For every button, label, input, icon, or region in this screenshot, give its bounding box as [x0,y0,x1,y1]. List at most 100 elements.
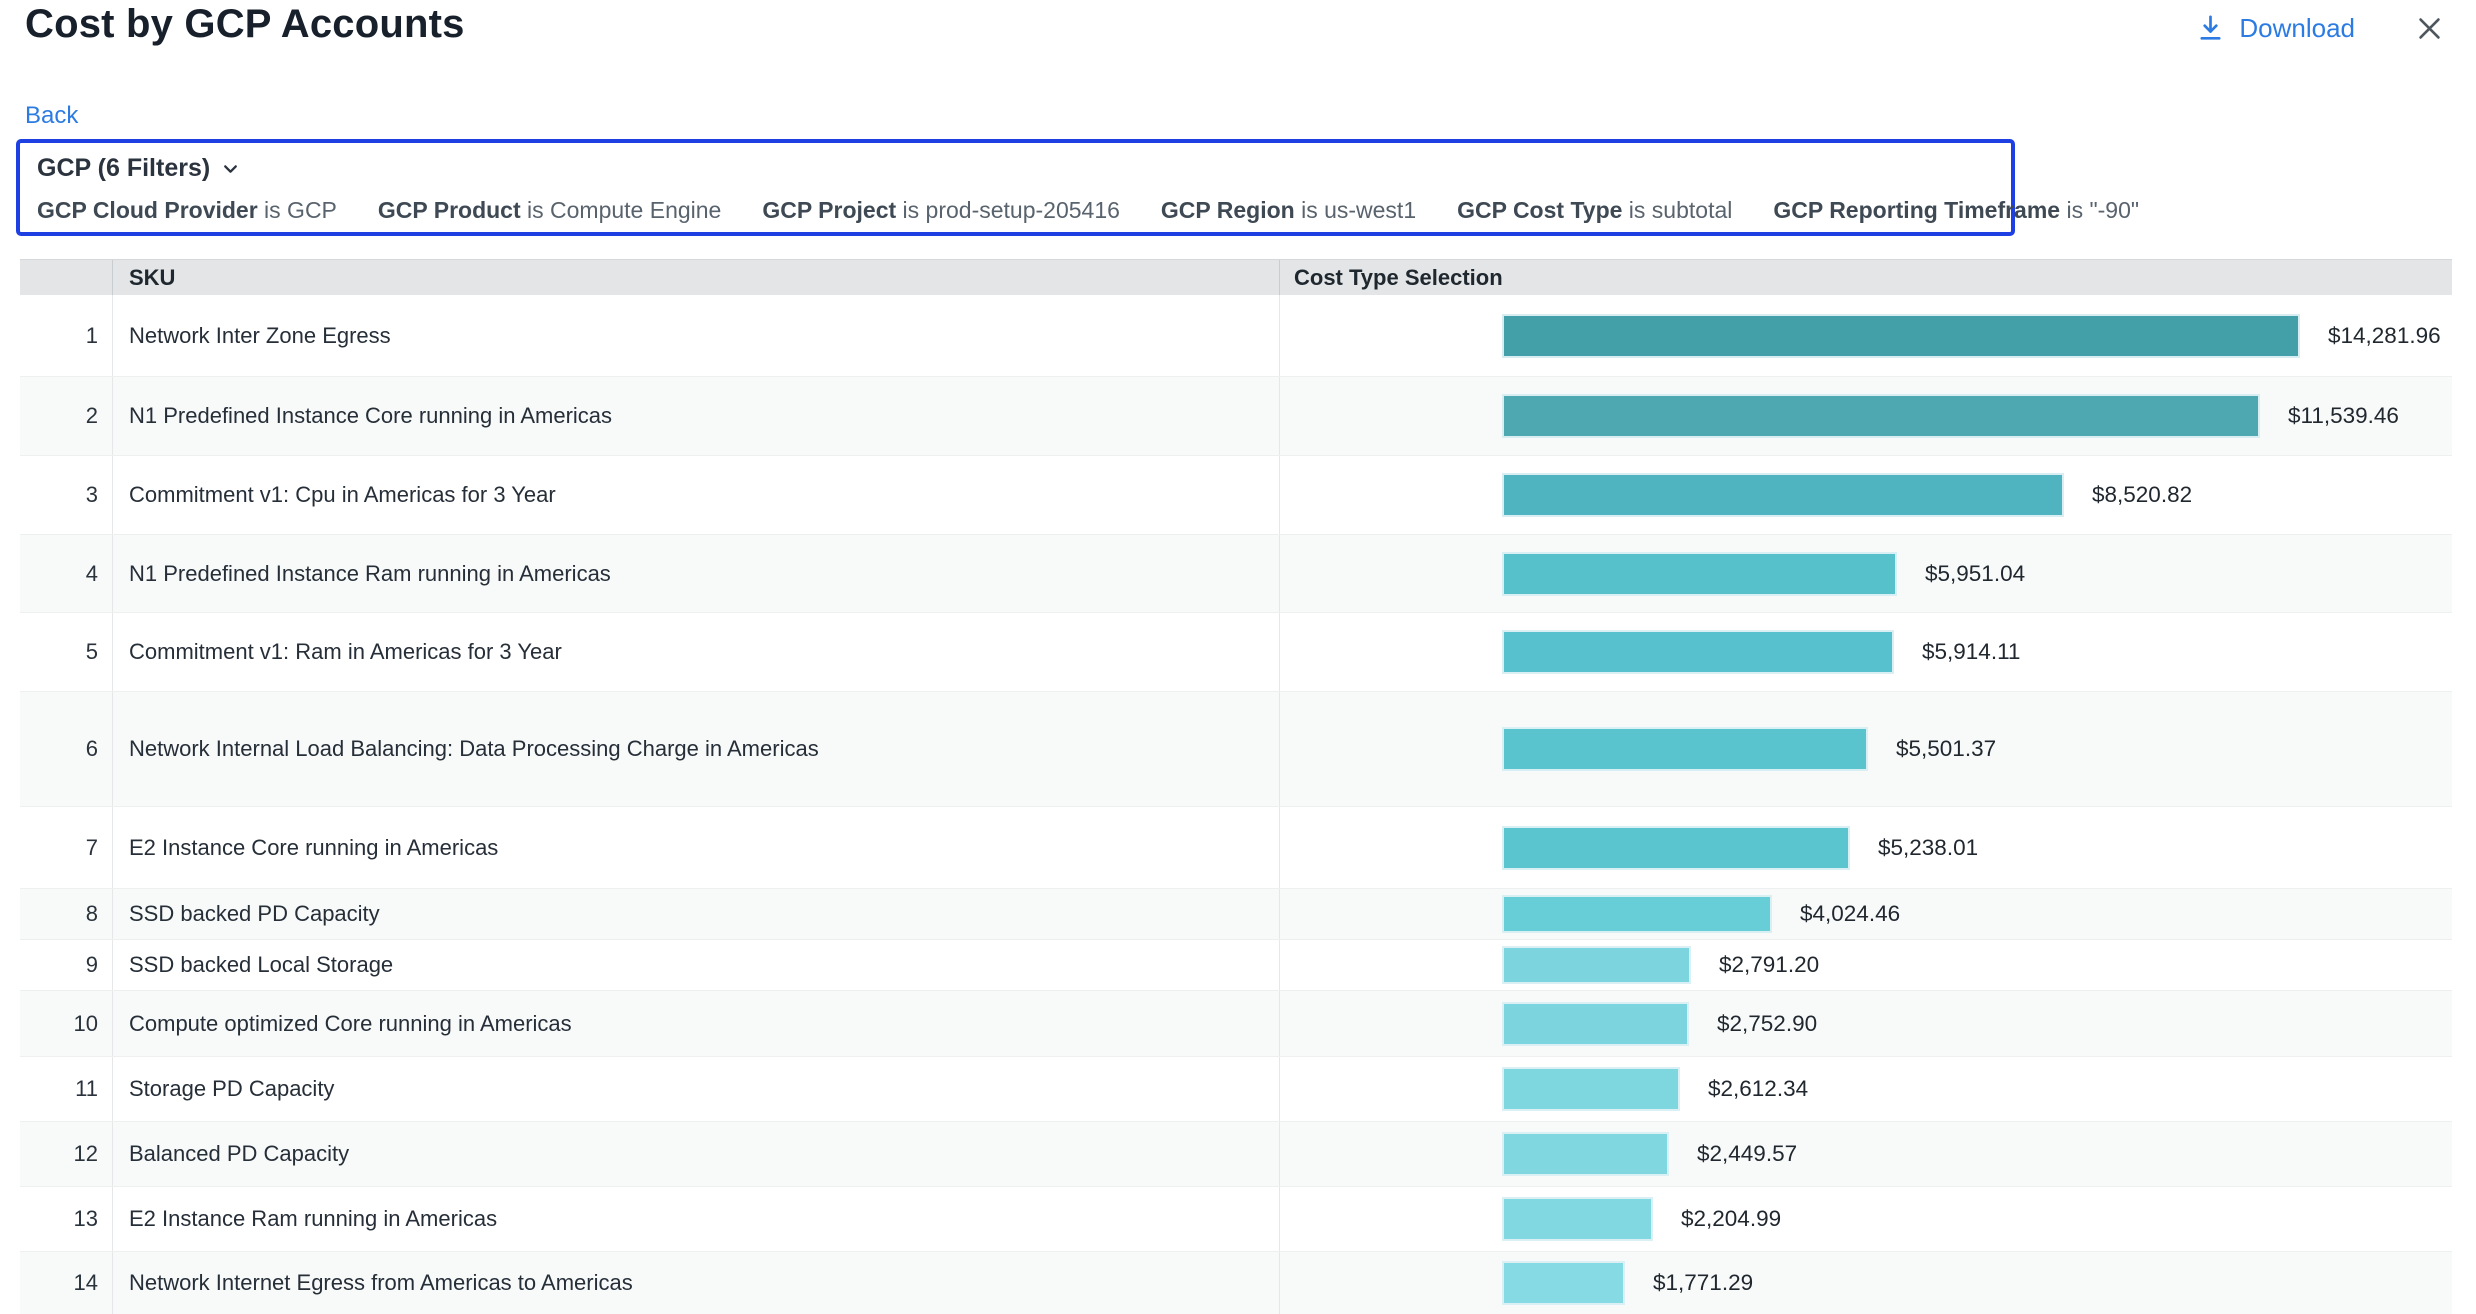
row-rank: 14 [20,1252,112,1314]
row-rank: 3 [20,456,112,534]
filter-chip[interactable]: GCP Product is Compute Engine [378,197,721,224]
sku-label: E2 Instance Ram running in Americas [112,1187,1279,1251]
close-button[interactable] [2413,12,2446,45]
filter-panel: GCP (6 Filters) GCP Cloud Provider is GC… [16,139,2015,236]
cost-chart-cell: $11,539.46 [1279,377,2452,455]
row-rank: 12 [20,1122,112,1186]
sku-label: N1 Predefined Instance Ram running in Am… [112,535,1279,612]
cost-chart-cell: $4,024.46 [1279,889,2452,939]
sku-label: Network Internet Egress from Americas to… [112,1252,1279,1314]
cost-chart-cell: $2,791.20 [1279,940,2452,990]
sku-label: Commitment v1: Ram in Americas for 3 Yea… [112,613,1279,691]
table-row[interactable]: 10Compute optimized Core running in Amer… [20,990,2452,1056]
filter-chip[interactable]: GCP Cost Type is subtotal [1457,197,1732,224]
cost-chart-cell: $5,238.01 [1279,807,2452,888]
table-row[interactable]: 8SSD backed PD Capacity$4,024.46 [20,888,2452,939]
cost-bar[interactable] [1502,1197,1653,1241]
cost-value: $2,449.57 [1697,1141,1797,1167]
cost-chart-cell: $1,771.29 [1279,1252,2452,1314]
row-rank: 2 [20,377,112,455]
cost-chart-cell: $2,752.90 [1279,991,2452,1056]
cost-value: $5,951.04 [1925,561,2025,587]
cost-bar[interactable] [1502,1002,1689,1046]
cost-chart-cell: $2,612.34 [1279,1057,2452,1121]
cost-bar[interactable] [1502,473,2064,517]
column-header-rank [20,260,112,295]
table-row[interactable]: 9SSD backed Local Storage $2,791.20 [20,939,2452,990]
cost-bar[interactable] [1502,314,2300,358]
table-row[interactable]: 12Balanced PD Capacity $2,449.57 [20,1121,2452,1186]
cost-value: $2,204.99 [1681,1206,1781,1232]
column-header-sku[interactable]: SKU [112,260,1279,295]
sku-label: N1 Predefined Instance Core running in A… [112,377,1279,455]
close-icon [2413,12,2446,45]
cost-bar[interactable] [1502,552,1897,596]
sku-label: SSD backed Local Storage [112,940,1279,990]
table-row[interactable]: 2N1 Predefined Instance Core running in … [20,376,2452,455]
cost-bar[interactable] [1502,727,1868,771]
table-row[interactable]: 7E2 Instance Core running in Americas$5,… [20,806,2452,888]
cost-chart-cell: $14,281.96 [1279,295,2452,376]
table-row[interactable]: 14Network Internet Egress from Americas … [20,1251,2452,1314]
sku-label: Balanced PD Capacity [112,1122,1279,1186]
table-header: SKU Cost Type Selection [20,259,2452,295]
cost-value: $5,914.11 [1922,639,2020,665]
cost-chart-cell: $8,520.82 [1279,456,2452,534]
page-title: Cost by GCP Accounts [25,2,465,47]
cost-by-gcp-accounts-modal: Cost by GCP Accounts Download Back GCP (… [0,0,2476,1314]
row-rank: 6 [20,692,112,806]
cost-value: $4,024.46 [1800,901,1900,927]
sku-label: Storage PD Capacity [112,1057,1279,1121]
sku-label: Network Inter Zone Egress [112,295,1279,376]
cost-chart-cell: $2,204.99 [1279,1187,2452,1251]
cost-bar[interactable] [1502,1261,1625,1305]
cost-table: SKU Cost Type Selection 1Network Inter Z… [20,259,2452,1314]
cost-value: $2,612.34 [1708,1076,1808,1102]
filter-chip[interactable]: GCP Cloud Provider is GCP [37,197,337,224]
row-rank: 11 [20,1057,112,1121]
cost-bar[interactable] [1502,394,2260,438]
table-row[interactable]: 5Commitment v1: Ram in Americas for 3 Ye… [20,612,2452,691]
filter-summary-dropdown[interactable]: GCP (6 Filters) [37,154,241,183]
sku-label: Commitment v1: Cpu in Americas for 3 Yea… [112,456,1279,534]
table-row[interactable]: 6Network Internal Load Balancing: Data P… [20,691,2452,806]
row-rank: 8 [20,889,112,939]
filter-chip[interactable]: GCP Region is us-west1 [1161,197,1416,224]
download-label: Download [2239,13,2355,44]
table-row[interactable]: 13E2 Instance Ram running in Americas$2,… [20,1186,2452,1251]
row-rank: 9 [20,940,112,990]
cost-value: $2,752.90 [1717,1011,1817,1037]
cost-bar[interactable] [1502,1067,1680,1111]
cost-bar[interactable] [1502,826,1850,870]
column-header-cost-type-selection[interactable]: Cost Type Selection [1279,260,2452,295]
cost-value: $14,281.96 [2328,323,2441,349]
filter-summary-label: GCP (6 Filters) [37,154,210,183]
sku-label: Compute optimized Core running in Americ… [112,991,1279,1056]
back-link[interactable]: Back [25,102,78,130]
download-button[interactable]: Download [2197,13,2355,44]
table-row[interactable]: 4N1 Predefined Instance Ram running in A… [20,534,2452,612]
row-rank: 1 [20,295,112,376]
chevron-down-icon [220,158,241,179]
cost-bar[interactable] [1502,630,1894,674]
cost-bar[interactable] [1502,946,1691,984]
row-rank: 10 [20,991,112,1056]
table-row[interactable]: 1Network Inter Zone Egress $14,281.96 [20,295,2452,376]
download-icon [2197,14,2224,43]
cost-value: $1,771.29 [1653,1270,1753,1296]
cost-value: $5,501.37 [1896,736,1996,762]
sku-label: E2 Instance Core running in Americas [112,807,1279,888]
cost-bar[interactable] [1502,895,1772,933]
table-row[interactable]: 3Commitment v1: Cpu in Americas for 3 Ye… [20,455,2452,534]
filter-chip[interactable]: GCP Project is prod-setup-205416 [762,197,1120,224]
filter-chip[interactable]: GCP Reporting Timeframe is "-90" [1773,197,2139,224]
cost-value: $8,520.82 [2092,482,2192,508]
filter-list: GCP Cloud Provider is GCP GCP Product is … [37,197,2139,224]
row-rank: 5 [20,613,112,691]
cost-value: $2,791.20 [1719,952,1819,978]
row-rank: 4 [20,535,112,612]
table-row[interactable]: 11Storage PD Capacity $2,612.34 [20,1056,2452,1121]
row-rank: 7 [20,807,112,888]
title-actions: Download [2197,12,2446,45]
cost-bar[interactable] [1502,1132,1669,1176]
